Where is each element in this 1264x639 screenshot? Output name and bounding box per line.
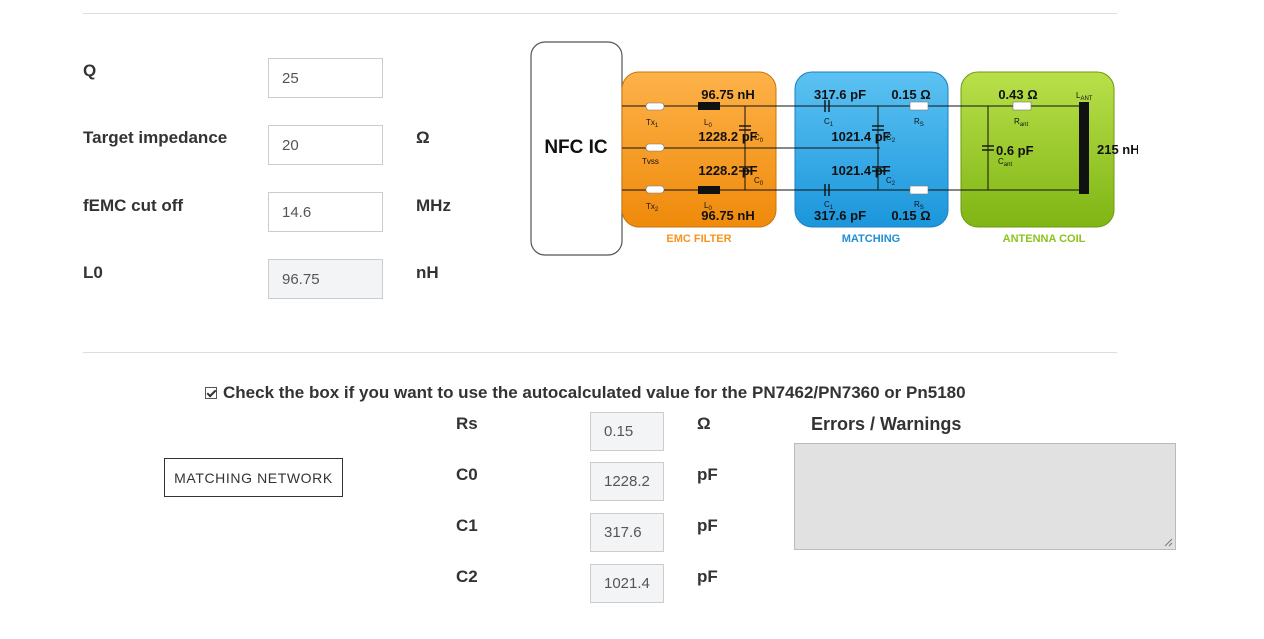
- svg-text:1228.2 pF: 1228.2 pF: [698, 163, 757, 178]
- emc-filter-caption: EMC FILTER: [666, 233, 731, 245]
- svg-text:0.43 Ω: 0.43 Ω: [998, 87, 1037, 102]
- femc-cutoff-input[interactable]: [268, 192, 383, 232]
- c2-output: [590, 564, 664, 603]
- c1-output: [590, 513, 664, 552]
- circuit-diagram: NFC IC 96.75 nH 1228.2 pF 1228.2 pF 96.7…: [530, 41, 1138, 256]
- errors-warnings-textarea[interactable]: [794, 443, 1176, 550]
- svg-text:1021.4 pF: 1021.4 pF: [831, 163, 890, 178]
- svg-text:1021.4 pF: 1021.4 pF: [831, 129, 890, 144]
- q-label: Q: [83, 61, 97, 80]
- svg-text:Tvss: Tvss: [642, 157, 659, 166]
- svg-text:215 nH: 215 nH: [1097, 142, 1138, 157]
- svg-text:1228.2 pF: 1228.2 pF: [698, 129, 757, 144]
- matching-network-button[interactable]: MATCHING NETWORK: [164, 458, 343, 497]
- resize-grip-icon[interactable]: [1163, 537, 1173, 547]
- rs-unit: Ω: [697, 414, 711, 433]
- svg-text:317.6 pF: 317.6 pF: [814, 87, 866, 102]
- top-divider: [83, 13, 1117, 14]
- l0-unit: nH: [416, 263, 439, 282]
- autocalc-label: Check the box if you want to use the aut…: [223, 383, 966, 402]
- target-impedance-unit: Ω: [416, 128, 430, 147]
- antenna-coil-caption: ANTENNA COIL: [1003, 233, 1086, 245]
- errors-warnings-label: Errors / Warnings: [811, 414, 962, 434]
- matching-caption: MATCHING: [842, 233, 900, 245]
- target-impedance-input[interactable]: [268, 125, 383, 165]
- autocalc-row[interactable]: Check the box if you want to use the aut…: [205, 383, 966, 403]
- svg-text:96.75 nH: 96.75 nH: [701, 87, 754, 102]
- femc-cutoff-unit: MHz: [416, 196, 451, 215]
- rs-label: Rs: [456, 414, 478, 433]
- c1-unit: pF: [697, 516, 718, 535]
- target-impedance-label: Target impedance: [83, 128, 228, 147]
- c2-label: C2: [456, 567, 478, 586]
- rs-output: [590, 412, 664, 451]
- svg-text:317.6 pF: 317.6 pF: [814, 208, 866, 223]
- femc-cutoff-label: fEMC cut off: [83, 196, 184, 215]
- svg-text:0.6 pF: 0.6 pF: [996, 143, 1034, 158]
- middle-divider: [83, 352, 1117, 353]
- c0-output: [590, 462, 664, 501]
- c1-label: C1: [456, 516, 478, 535]
- l0-input: [268, 259, 383, 299]
- l0-label: L0: [83, 263, 103, 282]
- autocalc-checkbox[interactable]: [205, 387, 217, 399]
- svg-text:0.15 Ω: 0.15 Ω: [891, 208, 930, 223]
- q-input[interactable]: [268, 58, 383, 98]
- svg-text:0.15 Ω: 0.15 Ω: [891, 87, 930, 102]
- c0-unit: pF: [697, 465, 718, 484]
- c2-unit: pF: [697, 567, 718, 586]
- c0-label: C0: [456, 465, 478, 484]
- nfc-ic-label: NFC IC: [544, 137, 608, 158]
